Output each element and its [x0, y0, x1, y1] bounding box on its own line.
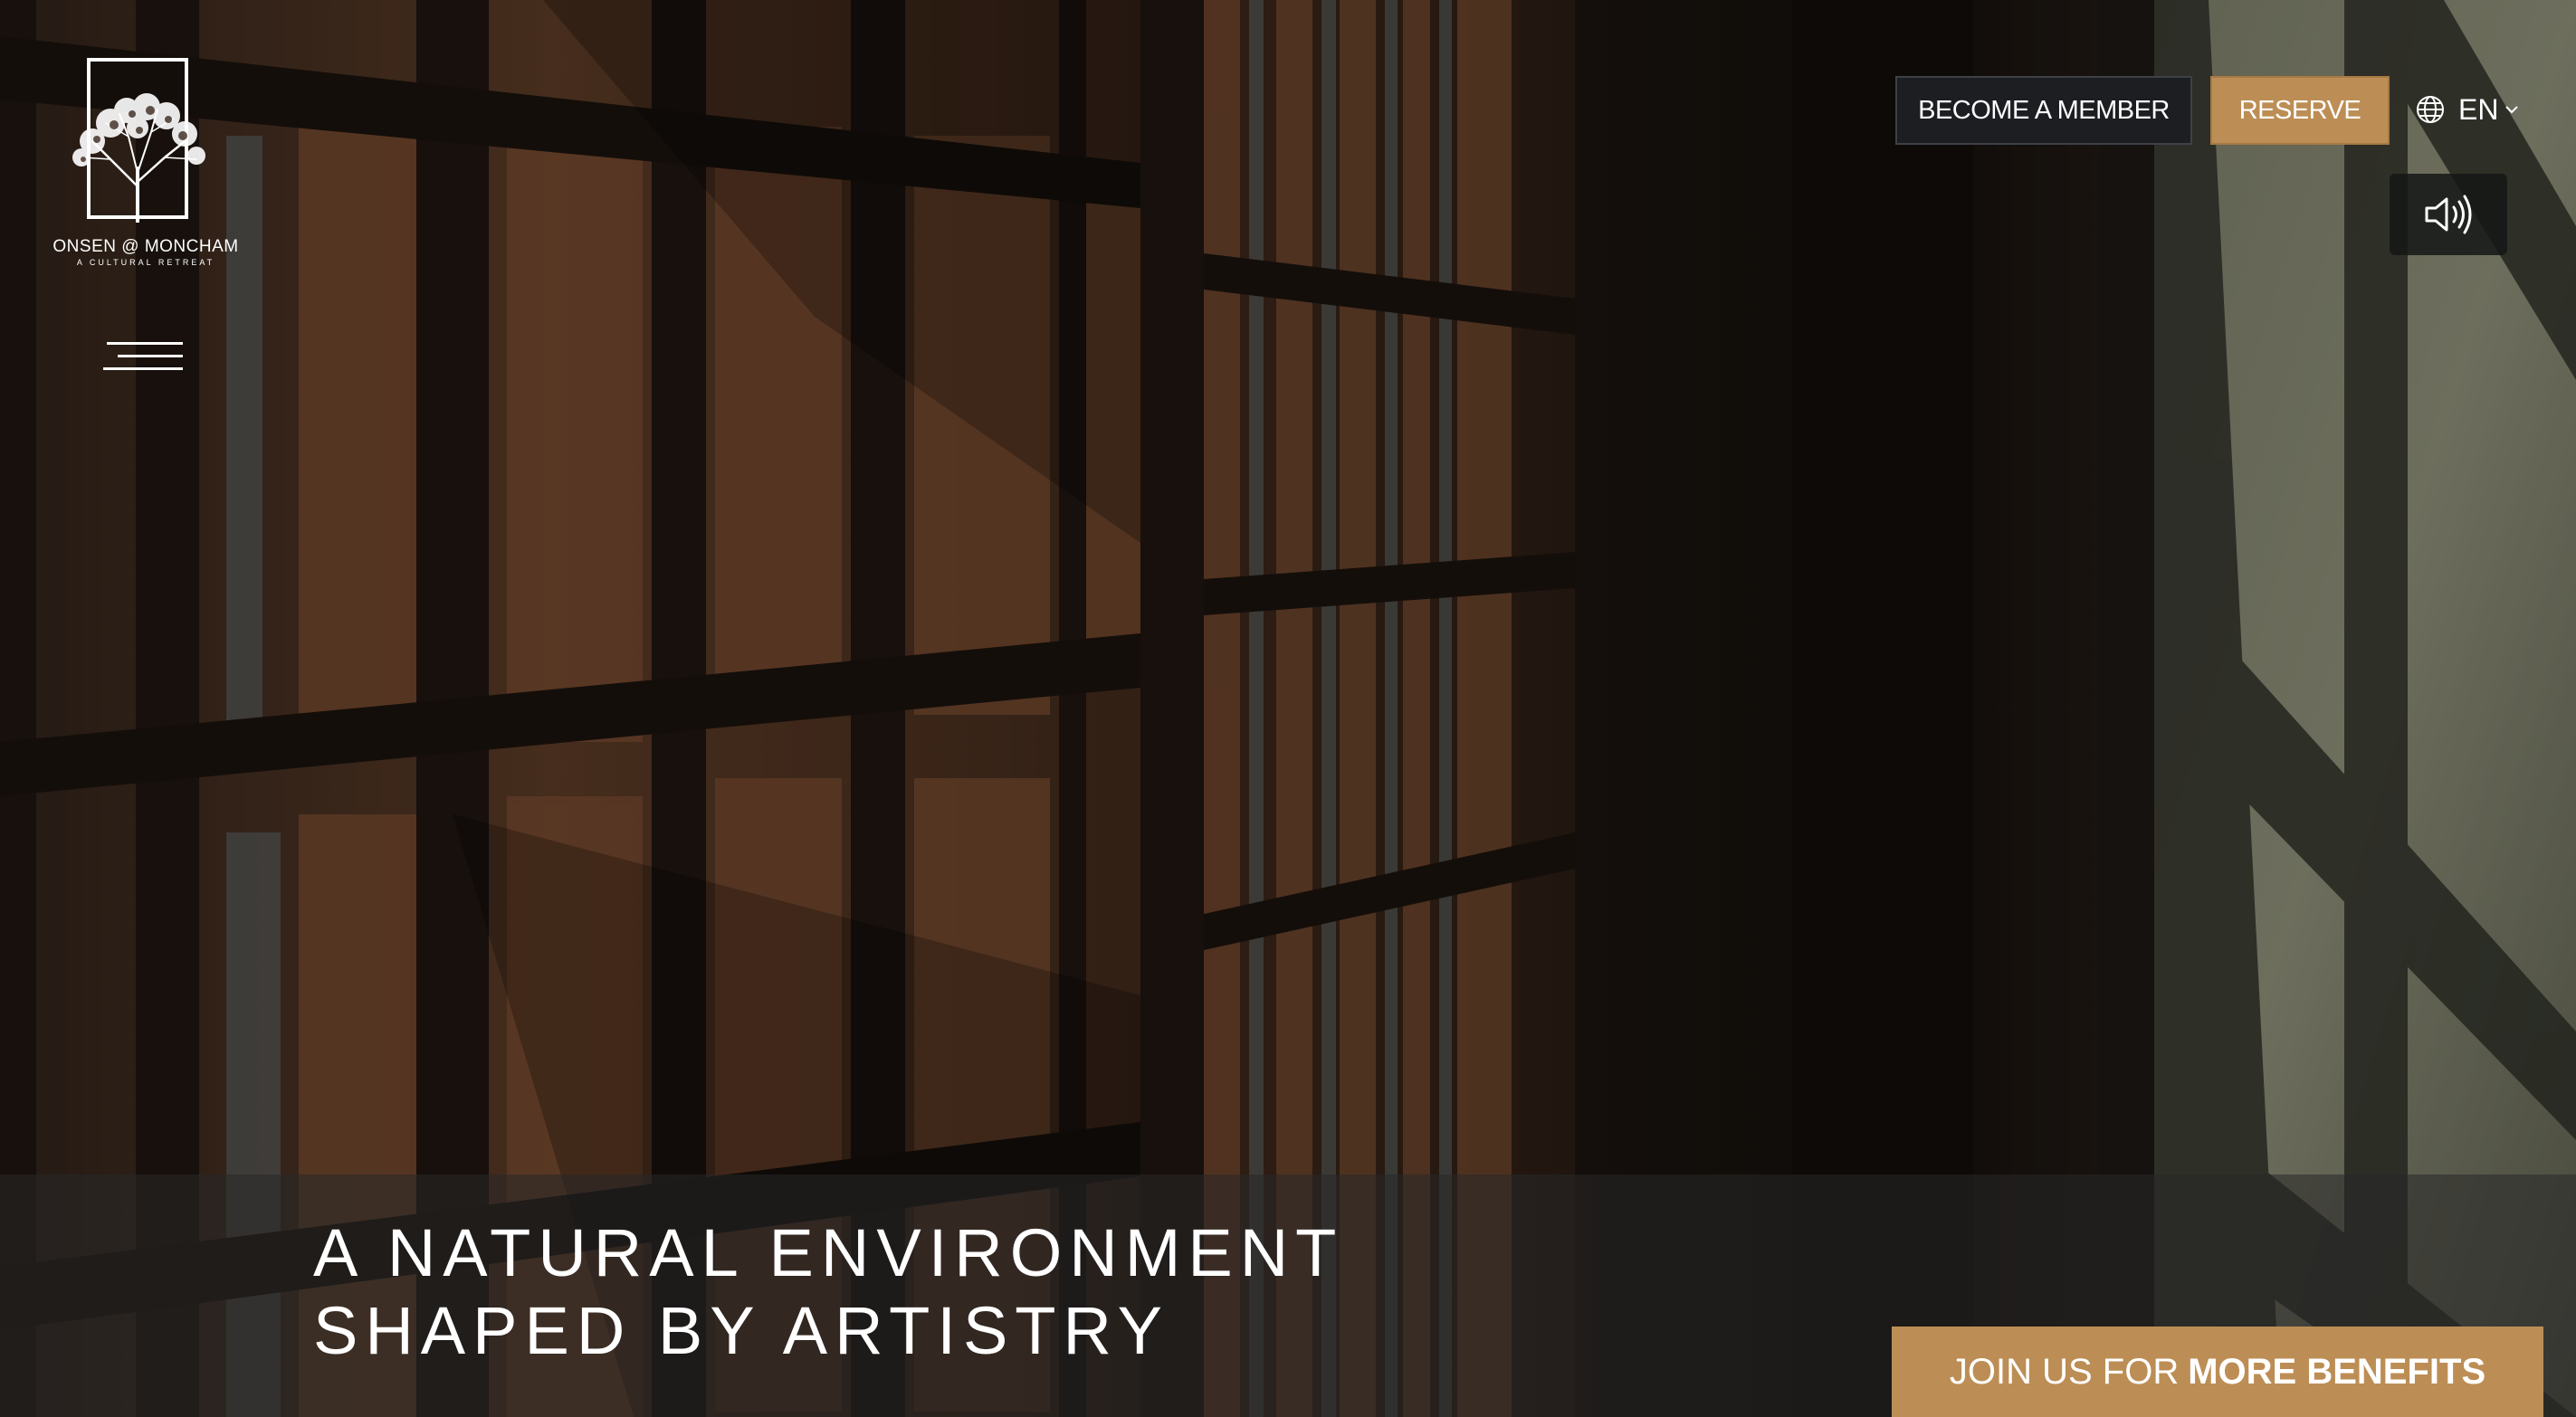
headline-line-1: A NATURAL ENVIRONMENT — [313, 1215, 1344, 1290]
speaker-sound-icon — [2425, 195, 2472, 234]
sound-toggle-button[interactable] — [2390, 174, 2507, 255]
hero-headline: A NATURAL ENVIRONMENT SHAPED BY ARTISTRY — [313, 1214, 1343, 1370]
hero-section: ONSEN @ MONCHAM A CULTURAL RETREAT BECOM… — [0, 0, 2576, 1417]
brand-logo[interactable]: ONSEN @ MONCHAM A CULTURAL RETREAT — [51, 54, 241, 271]
menu-line-middle — [118, 355, 183, 357]
tree-icon — [72, 93, 205, 223]
menu-line-bottom — [103, 367, 183, 370]
join-benefits-button[interactable]: JOIN US FOR MORE BENEFITS — [1892, 1327, 2543, 1417]
become-member-button[interactable]: BECOME A MEMBER — [1895, 76, 2192, 145]
menu-line-top — [107, 342, 183, 345]
globe-icon — [2417, 96, 2444, 123]
brand-name: ONSEN @ MONCHAM — [52, 237, 239, 256]
brand-tagline: A CULTURAL RETREAT — [76, 258, 215, 267]
language-label: EN — [2458, 92, 2499, 126]
language-selector[interactable]: EN — [2415, 87, 2520, 132]
headline-line-2: SHAPED BY ARTISTRY — [313, 1293, 1169, 1368]
join-prefix: JOIN US FOR — [1949, 1351, 2180, 1392]
join-emphasis: MORE BENEFITS — [2188, 1351, 2486, 1392]
hamburger-menu-icon[interactable] — [96, 335, 183, 380]
chevron-down-icon — [2505, 106, 2519, 114]
reserve-button[interactable]: RESERVE — [2210, 76, 2390, 145]
